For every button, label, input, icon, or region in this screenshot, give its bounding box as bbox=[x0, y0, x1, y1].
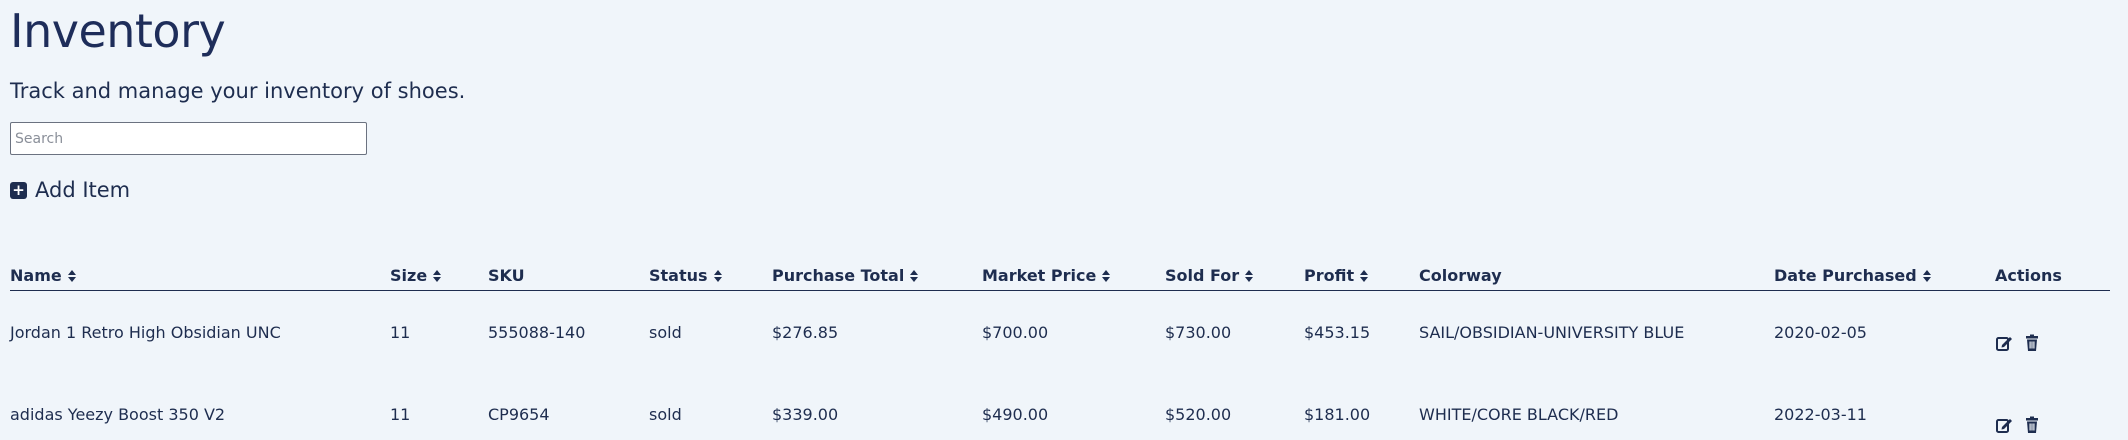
inventory-table: Name Size SKU Status Purchase Total Mark… bbox=[10, 260, 2110, 440]
column-header-actions: Actions bbox=[1995, 260, 2110, 291]
cell-profit: $181.00 bbox=[1304, 404, 1371, 424]
cell-status: sold bbox=[649, 404, 682, 424]
column-header-label: Colorway bbox=[1419, 265, 1502, 285]
cell-sku: CP9654 bbox=[488, 404, 550, 424]
column-header-sold-for[interactable]: Sold For bbox=[1165, 260, 1304, 291]
cell-market-price: $490.00 bbox=[982, 404, 1049, 424]
sort-icon[interactable] bbox=[1359, 268, 1369, 284]
sort-icon[interactable] bbox=[1101, 268, 1111, 284]
page-subtitle: Track and manage your inventory of shoes… bbox=[10, 79, 466, 103]
column-header-size[interactable]: Size bbox=[390, 260, 488, 291]
cell-sold-for: $730.00 bbox=[1165, 322, 1232, 342]
column-header-label: Sold For bbox=[1165, 265, 1240, 285]
column-header-name[interactable]: Name bbox=[10, 260, 390, 291]
column-header-label: SKU bbox=[488, 265, 525, 285]
cell-name: Jordan 1 Retro High Obsidian UNC bbox=[10, 322, 281, 342]
table-row: adidas Yeezy Boost 350 V2 11 CP9654 sold… bbox=[10, 373, 2110, 440]
column-header-market-price[interactable]: Market Price bbox=[982, 260, 1165, 291]
cell-sku: 555088-140 bbox=[488, 322, 586, 342]
sort-icon[interactable] bbox=[1244, 268, 1254, 284]
column-header-label: Size bbox=[390, 265, 428, 285]
sort-icon[interactable] bbox=[909, 268, 919, 284]
column-header-label: Date Purchased bbox=[1774, 265, 1917, 285]
table-header-row: Name Size SKU Status Purchase Total Mark… bbox=[10, 260, 2110, 291]
column-header-label: Market Price bbox=[982, 265, 1097, 285]
cell-actions bbox=[1995, 373, 2110, 440]
add-item-button[interactable]: + Add Item bbox=[10, 178, 130, 202]
plus-square-icon: + bbox=[10, 181, 27, 199]
cell-size: 11 bbox=[390, 322, 411, 342]
column-header-label: Purchase Total bbox=[772, 265, 905, 285]
column-header-colorway: Colorway bbox=[1419, 260, 1774, 291]
column-header-label: Status bbox=[649, 265, 708, 285]
edit-icon[interactable] bbox=[1995, 334, 2013, 352]
cell-date-purchased: 2022-03-11 bbox=[1774, 404, 1867, 424]
cell-colorway: WHITE/CORE BLACK/RED bbox=[1419, 404, 1619, 424]
cell-actions bbox=[1995, 291, 2110, 374]
column-header-label: Actions bbox=[1995, 265, 2062, 285]
cell-colorway: SAIL/OBSIDIAN-UNIVERSITY BLUE bbox=[1419, 322, 1685, 342]
sort-icon[interactable] bbox=[432, 268, 442, 284]
trash-icon[interactable] bbox=[2023, 416, 2041, 434]
sort-icon[interactable] bbox=[67, 268, 77, 284]
cell-name: adidas Yeezy Boost 350 V2 bbox=[10, 404, 226, 424]
column-header-label: Profit bbox=[1304, 265, 1355, 285]
sort-icon[interactable] bbox=[1922, 268, 1932, 284]
cell-purchase-total: $276.85 bbox=[772, 322, 839, 342]
cell-size: 11 bbox=[390, 404, 411, 424]
cell-market-price: $700.00 bbox=[982, 322, 1049, 342]
cell-profit: $453.15 bbox=[1304, 322, 1371, 342]
column-header-sku: SKU bbox=[488, 260, 649, 291]
column-header-date-purchased[interactable]: Date Purchased bbox=[1774, 260, 1995, 291]
search-input[interactable] bbox=[10, 122, 367, 155]
column-header-profit[interactable]: Profit bbox=[1304, 260, 1419, 291]
sort-icon[interactable] bbox=[713, 268, 723, 284]
trash-icon[interactable] bbox=[2023, 334, 2041, 352]
column-header-label: Name bbox=[10, 265, 62, 285]
column-header-status[interactable]: Status bbox=[649, 260, 772, 291]
cell-status: sold bbox=[649, 322, 682, 342]
cell-sold-for: $520.00 bbox=[1165, 404, 1232, 424]
add-item-label: Add Item bbox=[35, 178, 131, 202]
inventory-page: Inventory Track and manage your inventor… bbox=[0, 0, 2128, 440]
edit-icon[interactable] bbox=[1995, 416, 2013, 434]
cell-purchase-total: $339.00 bbox=[772, 404, 839, 424]
table-row: Jordan 1 Retro High Obsidian UNC 11 5550… bbox=[10, 291, 2110, 374]
cell-date-purchased: 2020-02-05 bbox=[1774, 322, 1867, 342]
page-title: Inventory bbox=[10, 4, 226, 58]
column-header-purchase-total[interactable]: Purchase Total bbox=[772, 260, 982, 291]
